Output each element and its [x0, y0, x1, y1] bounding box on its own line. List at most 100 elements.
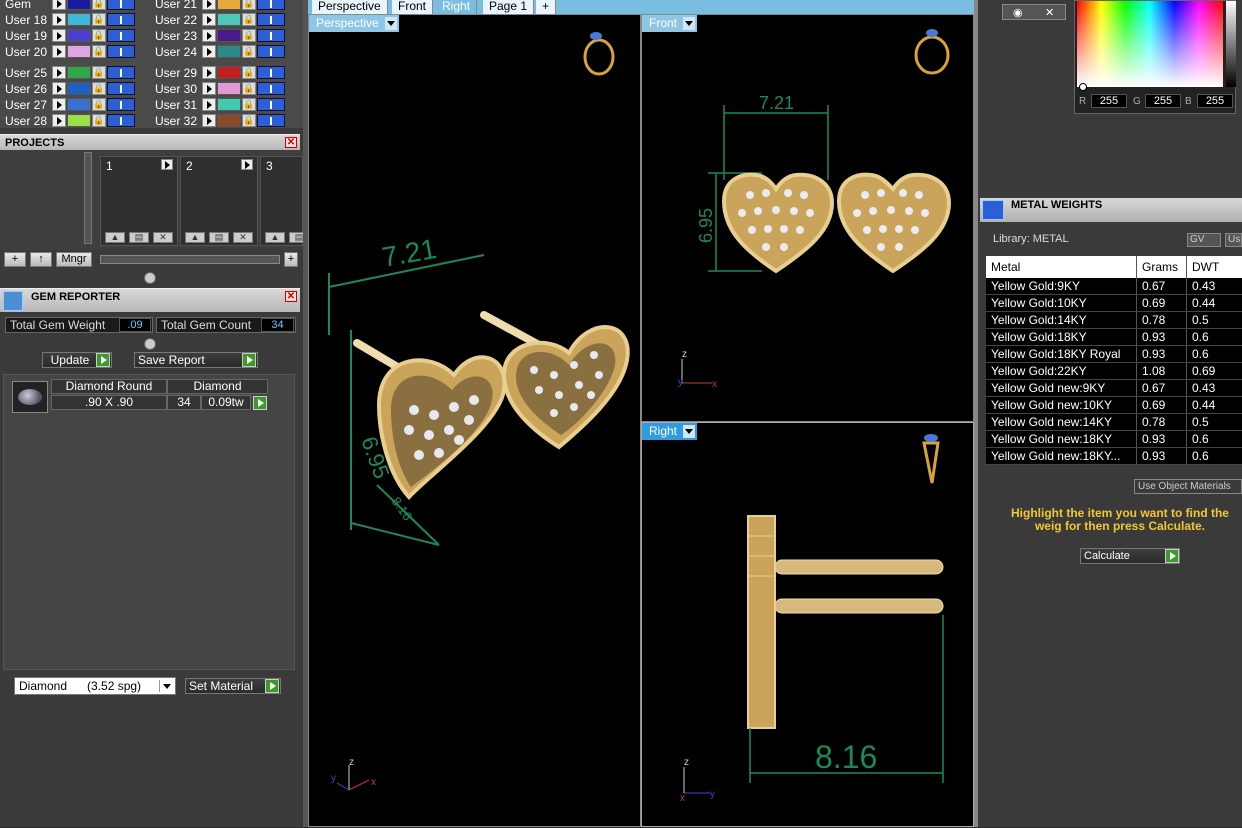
tab-page-1[interactable]: Page 1 — [483, 0, 535, 14]
layer-color-swatch[interactable] — [217, 0, 241, 10]
up-icon[interactable]: ▲ — [105, 232, 125, 243]
table-row[interactable]: Yellow Gold new:18KY 0.93 0.6 — [986, 431, 1242, 448]
lock-icon[interactable]: 🔒 — [242, 82, 256, 95]
play-icon[interactable] — [52, 29, 66, 42]
chevron-down-icon[interactable] — [683, 17, 696, 30]
visibility-toggle[interactable] — [107, 82, 135, 95]
table-row[interactable]: Yellow Gold new:9KY 0.67 0.43 — [986, 380, 1242, 397]
layer-row[interactable]: User 27 🔒 — [0, 97, 135, 112]
viewport-label[interactable]: Right — [642, 423, 698, 440]
play-icon[interactable] — [202, 66, 216, 79]
layer-row[interactable]: User 28 🔒 — [0, 113, 135, 128]
visibility-toggle[interactable] — [107, 66, 135, 79]
play-icon[interactable] — [253, 396, 267, 410]
r-value[interactable]: 255 — [1091, 94, 1127, 108]
table-row[interactable]: Yellow Gold new:10KY 0.69 0.44 — [986, 397, 1242, 414]
play-icon[interactable] — [202, 0, 216, 10]
layer-color-swatch[interactable] — [217, 13, 241, 26]
play-icon[interactable] — [161, 159, 173, 170]
layer-row[interactable]: User 18 🔒 — [0, 12, 135, 27]
column-dwt[interactable]: DWT — [1187, 256, 1242, 278]
brightness-slider[interactable] — [1226, 1, 1236, 87]
visibility-toggle[interactable] — [107, 0, 135, 10]
play-icon[interactable] — [96, 353, 110, 367]
close-icon[interactable]: ✕ — [285, 291, 297, 302]
visibility-toggle[interactable] — [257, 98, 285, 111]
color-wheel-icon[interactable]: ◉ — [1013, 6, 1023, 19]
visibility-toggle[interactable] — [257, 29, 285, 42]
layer-row[interactable]: User 29 🔒 — [150, 65, 285, 80]
up-icon[interactable]: ▲ — [185, 232, 205, 243]
layer-color-swatch[interactable] — [67, 45, 91, 58]
use-object-materials-button[interactable]: Use Object Materials — [1134, 479, 1242, 494]
chevron-down-icon[interactable] — [384, 17, 397, 30]
up-arrow-icon[interactable]: ↑ — [30, 252, 52, 267]
play-icon[interactable] — [202, 45, 216, 58]
project-card[interactable]: 2 ▲ ▤ ✕ — [180, 156, 258, 246]
play-icon[interactable] — [202, 29, 216, 42]
table-row[interactable]: Yellow Gold:10KY 0.69 0.44 — [986, 295, 1242, 312]
tab-right[interactable]: Right — [436, 0, 478, 14]
play-icon[interactable] — [1165, 549, 1179, 563]
color-cursor[interactable] — [1079, 83, 1087, 91]
tab-front[interactable]: Front — [392, 0, 434, 14]
play-icon[interactable] — [52, 82, 66, 95]
lock-icon[interactable]: 🔒 — [242, 13, 256, 26]
visibility-toggle[interactable] — [107, 98, 135, 111]
lock-icon[interactable]: 🔒 — [242, 114, 256, 127]
viewport-label[interactable]: Perspective — [309, 15, 399, 32]
layer-row[interactable]: User 21 🔒 — [150, 0, 285, 11]
lock-icon[interactable]: 🔒 — [92, 82, 106, 95]
close-icon[interactable]: ✕ — [285, 137, 297, 148]
save-icon[interactable]: ▤ — [129, 232, 149, 243]
visibility-toggle[interactable] — [257, 114, 285, 127]
lock-icon[interactable]: 🔒 — [242, 29, 256, 42]
layer-color-swatch[interactable] — [67, 82, 91, 95]
layer-row[interactable]: User 32 🔒 — [150, 113, 285, 128]
play-icon[interactable] — [241, 159, 253, 170]
layer-color-swatch[interactable] — [67, 0, 91, 10]
play-icon[interactable] — [52, 45, 66, 58]
manager-button[interactable]: Mngr — [56, 252, 92, 267]
lock-icon[interactable]: 🔒 — [242, 98, 256, 111]
table-row[interactable]: Yellow Gold:18KY 0.93 0.6 — [986, 329, 1242, 346]
plus-icon[interactable]: + — [284, 252, 298, 267]
gv-toggle[interactable]: GV — [1187, 233, 1221, 247]
layer-row[interactable]: User 22 🔒 — [150, 12, 285, 27]
layer-color-swatch[interactable] — [217, 45, 241, 58]
play-icon[interactable] — [202, 114, 216, 127]
table-row[interactable]: Yellow Gold:18KY Royal 0.93 0.6 — [986, 346, 1242, 363]
lock-icon[interactable]: 🔒 — [92, 114, 106, 127]
material-select[interactable]: Diamond (3.52 spg) — [14, 677, 176, 695]
collapse-icon[interactable] — [144, 272, 156, 284]
chevron-down-icon[interactable] — [683, 425, 696, 438]
lock-icon[interactable]: 🔒 — [92, 0, 106, 10]
layer-row[interactable]: User 30 🔒 — [150, 81, 285, 96]
layer-row[interactable]: User 25 🔒 — [0, 65, 135, 80]
viewport-front[interactable]: 7.21 6.95 z x y Front — [641, 14, 974, 422]
layer-row[interactable]: Gem 🔒 — [0, 0, 135, 11]
layer-color-swatch[interactable] — [67, 13, 91, 26]
lock-icon[interactable]: 🔒 — [92, 98, 106, 111]
play-icon[interactable] — [242, 353, 256, 367]
visibility-toggle[interactable] — [107, 45, 135, 58]
projects-slider[interactable] — [100, 255, 280, 264]
layer-color-swatch[interactable] — [217, 82, 241, 95]
splitter[interactable] — [303, 0, 308, 827]
layer-row[interactable]: User 23 🔒 — [150, 28, 285, 43]
table-row[interactable]: Yellow Gold new:18KY... 0.93 0.6 — [986, 448, 1242, 465]
tab-perspective[interactable]: Perspective — [312, 0, 388, 14]
viewport-right[interactable]: 8.16 z y x Right — [641, 422, 974, 827]
color-spectrum[interactable] — [1077, 1, 1223, 87]
project-card[interactable]: 3 ▲ ▤ — [260, 156, 309, 246]
table-row[interactable]: Yellow Gold:22KY 1.08 0.69 — [986, 363, 1242, 380]
layer-row[interactable]: User 20 🔒 — [0, 44, 135, 59]
save-icon[interactable]: ▤ — [209, 232, 229, 243]
add-icon[interactable]: + — [4, 252, 26, 267]
save-report-button[interactable]: Save Report — [134, 352, 258, 368]
layer-color-swatch[interactable] — [217, 66, 241, 79]
visibility-toggle[interactable] — [107, 29, 135, 42]
layer-color-swatch[interactable] — [217, 29, 241, 42]
visibility-toggle[interactable] — [107, 13, 135, 26]
lock-icon[interactable]: 🔒 — [92, 45, 106, 58]
